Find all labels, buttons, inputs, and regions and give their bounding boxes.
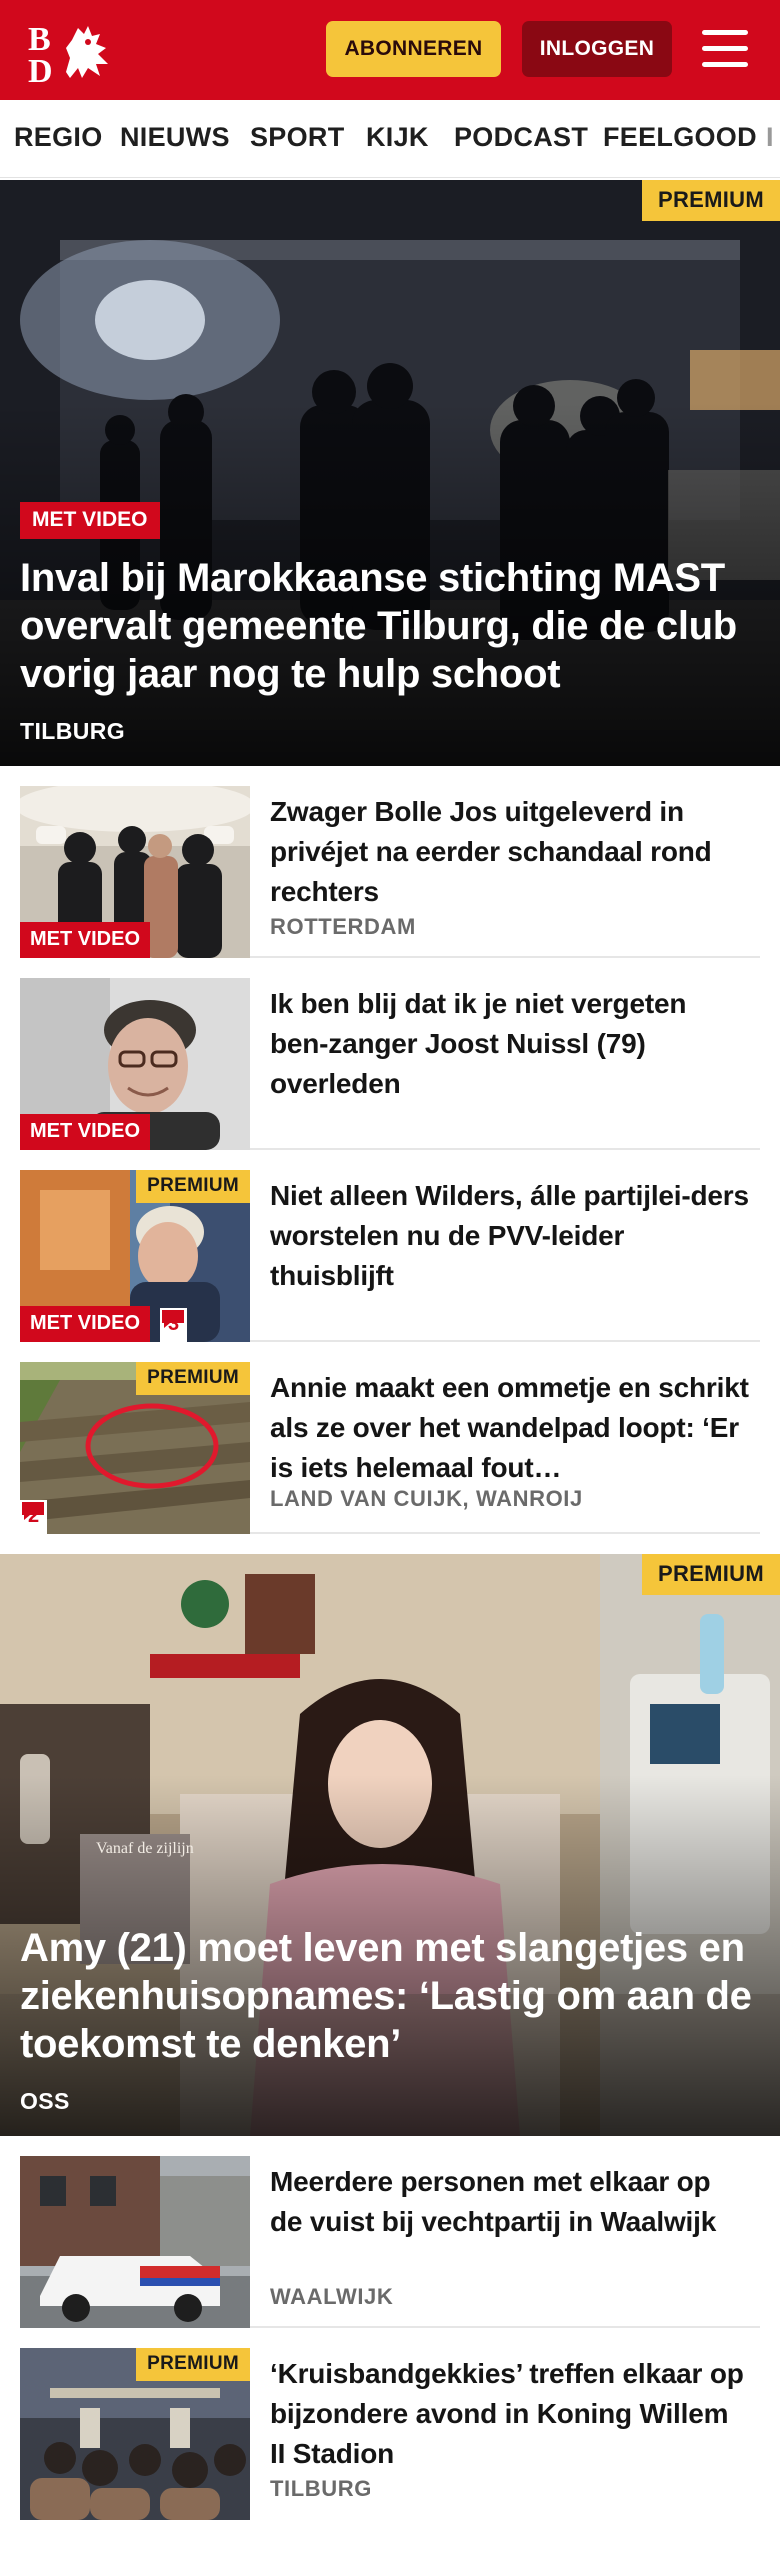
article-location: TILBURG [270, 2476, 372, 2501]
video-badge: MET VIDEO [20, 1306, 151, 1342]
nav-item-sport[interactable]: SPORT [250, 122, 345, 153]
nav-item-nieuws[interactable]: NIEUWS [120, 122, 230, 153]
article-title[interactable]: Annie maakt een ommetje en schrikt als z… [270, 1368, 750, 1488]
nav-item-overflow[interactable]: I [766, 122, 774, 153]
article-thumbnail: PREMIUM [20, 2348, 250, 2520]
article-location: WAALWIJK [270, 2284, 394, 2309]
site-header: B D ABONNEREN INLOGGEN [0, 0, 780, 100]
article-thumbnail: PREMIUM 2 [20, 1362, 250, 1534]
video-badge: MET VIDEO [20, 1114, 151, 1150]
article-thumbnail [20, 2156, 250, 2328]
nav-item-feelgood[interactable]: FEELGOOD [603, 122, 757, 153]
nav-item-podcast[interactable]: PODCAST [454, 122, 588, 153]
hero-article-mast[interactable]: PREMIUM MET VIDEO Inval bij Marokkaanse … [0, 180, 780, 766]
comment-icon [22, 1502, 44, 1520]
police-car-photo [20, 2156, 250, 2328]
comment-count[interactable]: 2 [20, 1500, 48, 1534]
hero-headline[interactable]: Amy (21) moet leven met slangetjes en zi… [20, 1924, 760, 2068]
book-prop: Vanaf de zijlijn [96, 1840, 194, 1857]
article-title[interactable]: ‘Kruisbandgekkies’ treffen elkaar op bij… [270, 2354, 750, 2474]
premium-badge: PREMIUM [136, 1170, 250, 1203]
list-item-bolle-jos[interactable]: MET VIDEO Zwager Bolle Jos uitgeleverd i… [20, 786, 760, 958]
comment-count[interactable]: 3 [160, 1308, 188, 1342]
section-nav: REGIO NIEUWS SPORT KIJK PODCAST FEELGOOD… [0, 100, 780, 178]
premium-badge: PREMIUM [136, 2348, 250, 2381]
list-item-waalwijk[interactable]: Meerdere personen met elkaar op de vuist… [20, 2156, 760, 2328]
premium-badge: PREMIUM [642, 1554, 780, 1595]
svg-text:D: D [28, 53, 53, 84]
list-item-annie[interactable]: PREMIUM 2 Annie maakt een ommetje en sch… [20, 1362, 760, 1534]
article-location: LAND VAN CUIJK, WANROIJ [270, 1486, 583, 1511]
list-item-wilders[interactable]: PREMIUM MET VIDEO 3 Niet alleen Wilders,… [20, 1170, 760, 1342]
article-title[interactable]: Niet alleen Wilders, álle partijlei-ders… [270, 1176, 750, 1296]
article-thumbnail: MET VIDEO [20, 786, 250, 958]
premium-badge: PREMIUM [642, 180, 780, 221]
subscribe-button[interactable]: ABONNEREN [326, 21, 501, 77]
article-thumbnail: MET VIDEO [20, 978, 250, 1150]
hero-location: TILBURG [20, 718, 126, 744]
hamburger-menu-icon[interactable] [698, 26, 752, 72]
video-badge: MET VIDEO [20, 922, 151, 958]
hero-location: OSS [20, 2088, 70, 2114]
comment-icon [162, 1310, 184, 1328]
list-item-joost-nuissl[interactable]: MET VIDEO Ik ben blij dat ik je niet ver… [20, 978, 760, 1150]
video-badge: MET VIDEO [20, 502, 160, 539]
nav-item-regio[interactable]: REGIO [14, 122, 103, 153]
login-button[interactable]: INLOGGEN [522, 21, 672, 77]
article-title[interactable]: Meerdere personen met elkaar op de vuist… [270, 2162, 750, 2242]
article-title[interactable]: Ik ben blij dat ik je niet vergeten ben-… [270, 984, 750, 1104]
hero-article-amy[interactable]: Vanaf de zijlijn PREMIUM Amy (21) moet l… [0, 1554, 780, 2136]
article-location: ROTTERDAM [270, 914, 416, 939]
list-item-kruisbandgekkies[interactable]: PREMIUM ‘Kruisbandgekkies’ treffen elkaa… [20, 2348, 760, 2520]
bd-logo[interactable]: B D [26, 18, 118, 84]
article-thumbnail: PREMIUM MET VIDEO 3 [20, 1170, 250, 1342]
nav-item-kijk[interactable]: KIJK [366, 122, 429, 153]
premium-badge: PREMIUM [136, 1362, 250, 1395]
article-title[interactable]: Zwager Bolle Jos uitgeleverd in privéjet… [270, 792, 750, 912]
hero-headline[interactable]: Inval bij Marokkaanse stichting MAST ove… [20, 554, 760, 698]
